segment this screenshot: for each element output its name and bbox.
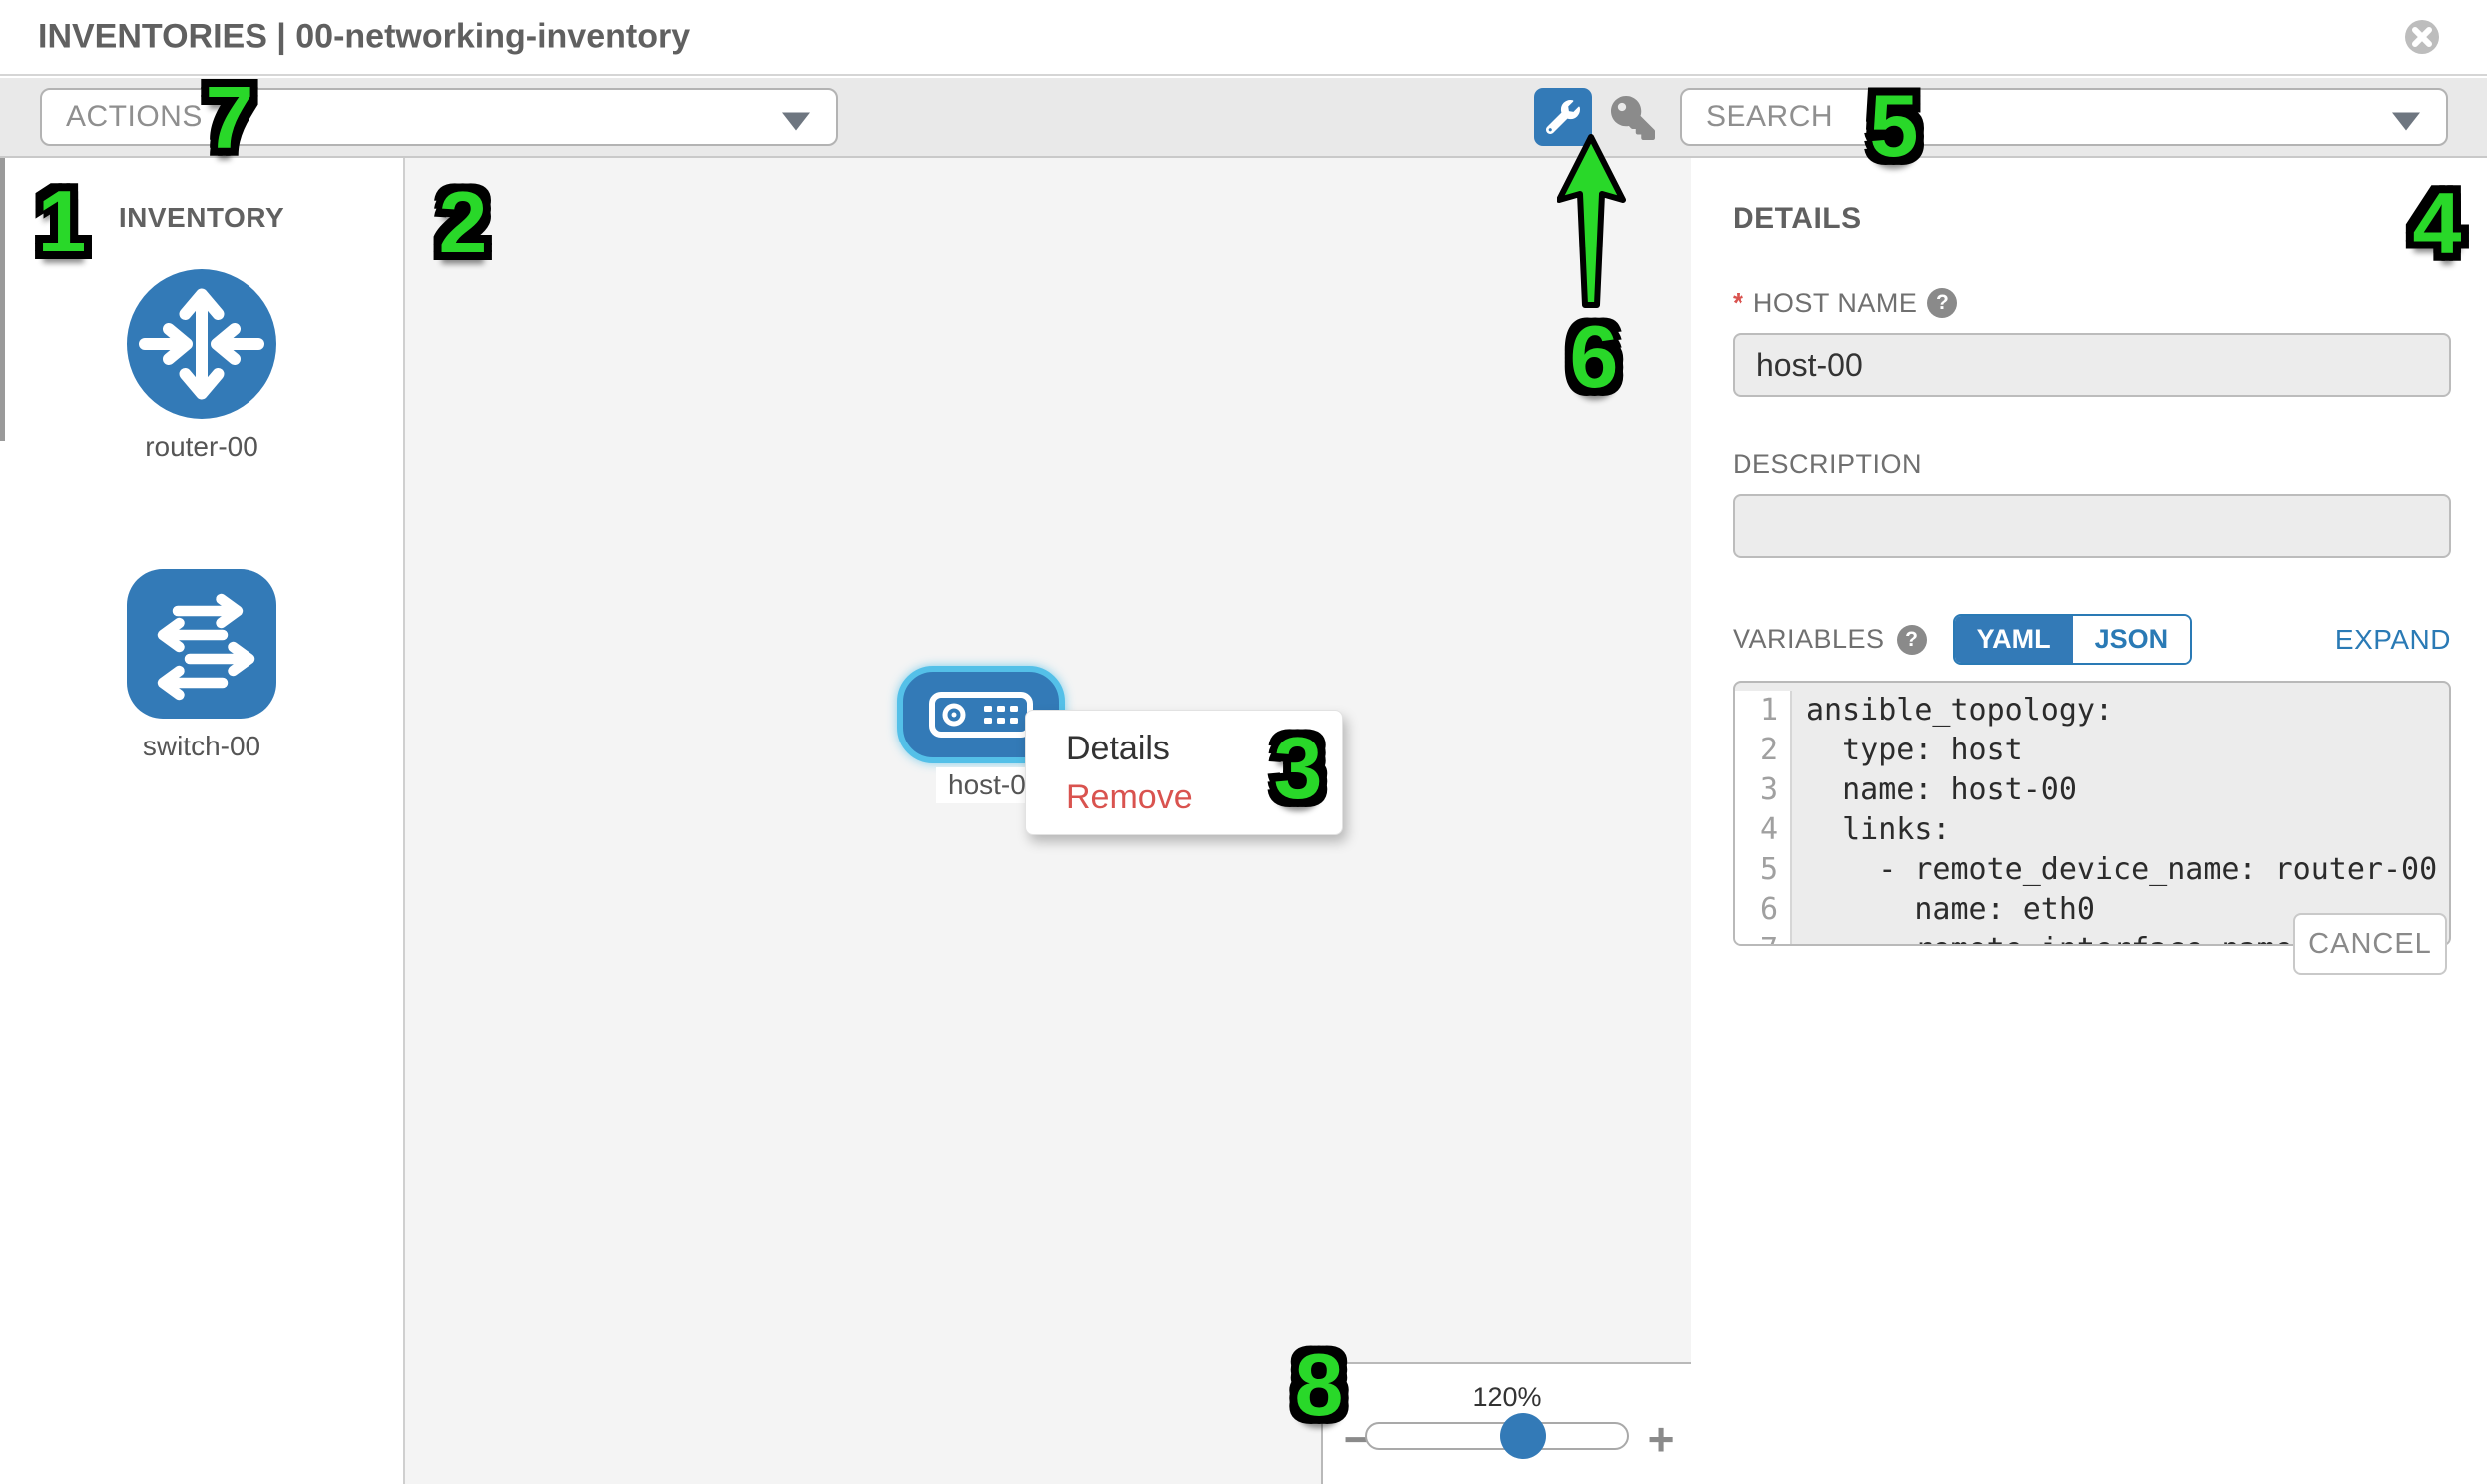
inventory-sidebar: INVENTORY router-00 bbox=[0, 158, 405, 1484]
toolbar: ACTIONS SEARCH bbox=[0, 78, 2487, 158]
zoom-in-button[interactable]: + bbox=[1639, 1412, 1683, 1466]
code-text: links: bbox=[1792, 810, 1951, 850]
annotation-3: 3 bbox=[1274, 725, 1323, 812]
host-name-input[interactable]: host-00 bbox=[1733, 333, 2451, 397]
code-text: name: host-00 bbox=[1792, 770, 2077, 810]
code-line: 5 - remote_device_name: router-00 bbox=[1735, 850, 2449, 890]
help-icon[interactable]: ? bbox=[1927, 288, 1957, 318]
page-title: INVENTORIES | 00-networking-inventory bbox=[38, 18, 690, 57]
details-panel: DETAILS * HOST NAME ? host-00 DESCRIPTIO… bbox=[1691, 158, 2487, 1484]
actions-dropdown-label: ACTIONS bbox=[66, 100, 203, 134]
palette-item-label: switch-00 bbox=[143, 731, 260, 762]
zoom-slider-thumb[interactable] bbox=[1500, 1413, 1546, 1459]
line-number: 5 bbox=[1735, 850, 1792, 890]
close-icon[interactable] bbox=[2403, 18, 2441, 56]
palette-item-label: router-00 bbox=[145, 431, 258, 463]
code-text: ansible_topology: bbox=[1792, 691, 2113, 731]
annotation-5: 5 bbox=[1870, 82, 1919, 170]
variables-code-editor[interactable]: 1 ansible_topology: 2 type: host 3 name:… bbox=[1733, 681, 2451, 946]
required-asterisk: * bbox=[1733, 287, 1743, 319]
zoom-level-label: 120% bbox=[1323, 1382, 1691, 1413]
code-line: 3 name: host-00 bbox=[1735, 770, 2449, 810]
page-header: INVENTORIES | 00-networking-inventory bbox=[0, 0, 2487, 76]
code-text: - remote_device_name: router-00 bbox=[1792, 850, 2437, 890]
search-dropdown-label: SEARCH bbox=[1706, 100, 1833, 134]
wrench-icon bbox=[1546, 100, 1580, 134]
tab-yaml[interactable]: YAML bbox=[1955, 616, 2073, 663]
expand-link[interactable]: EXPAND bbox=[2335, 624, 2451, 656]
help-icon[interactable]: ? bbox=[1897, 625, 1927, 655]
zoom-slider[interactable] bbox=[1365, 1422, 1629, 1450]
line-number: 1 bbox=[1735, 691, 1792, 731]
annotation-6: 6 bbox=[1570, 313, 1619, 401]
line-number: 3 bbox=[1735, 770, 1792, 810]
description-input[interactable] bbox=[1733, 494, 2451, 558]
line-number: 2 bbox=[1735, 731, 1792, 770]
annotation-1: 1 bbox=[38, 178, 87, 265]
code-text: type: host bbox=[1792, 731, 2023, 770]
arrow-up-annotation-icon bbox=[1557, 134, 1627, 309]
chevron-down-icon bbox=[2392, 113, 2420, 131]
annotation-7: 7 bbox=[206, 74, 254, 162]
host-name-label: HOST NAME bbox=[1753, 288, 1918, 319]
details-title: DETAILS bbox=[1733, 202, 2449, 236]
switch-icon bbox=[127, 569, 276, 719]
zoom-control: 120% − + bbox=[1321, 1362, 1691, 1484]
router-icon bbox=[127, 269, 276, 419]
code-line: 2 type: host bbox=[1735, 731, 2449, 770]
line-number: 7 bbox=[1735, 930, 1792, 946]
inventory-topology-app: INVENTORIES | 00-networking-inventory AC… bbox=[0, 0, 2487, 1484]
tab-json[interactable]: JSON bbox=[2073, 616, 2191, 663]
search-dropdown[interactable]: SEARCH bbox=[1680, 88, 2448, 146]
line-number: 4 bbox=[1735, 810, 1792, 850]
host-icon bbox=[929, 692, 1033, 738]
actions-dropdown[interactable]: ACTIONS bbox=[40, 88, 838, 146]
variables-label: VARIABLES bbox=[1733, 624, 1885, 655]
chevron-down-icon bbox=[782, 113, 810, 131]
description-label: DESCRIPTION bbox=[1733, 449, 1922, 480]
annotation-4: 4 bbox=[2413, 180, 2462, 267]
palette-item-router[interactable]: router-00 bbox=[0, 269, 403, 463]
code-line: 4 links: bbox=[1735, 810, 2449, 850]
palette-item-switch[interactable]: switch-00 bbox=[0, 569, 403, 762]
cancel-button[interactable]: CANCEL bbox=[2293, 913, 2447, 975]
line-number: 6 bbox=[1735, 890, 1792, 930]
code-line: 1 ansible_topology: bbox=[1735, 691, 2449, 731]
code-text: name: eth0 bbox=[1792, 890, 2095, 930]
variables-format-toggle: YAML JSON bbox=[1953, 614, 2193, 665]
topology-canvas[interactable]: host-00 Details Remove 120% − + bbox=[405, 158, 1691, 1484]
annotation-8: 8 bbox=[1295, 1341, 1344, 1429]
annotation-2: 2 bbox=[439, 179, 488, 266]
